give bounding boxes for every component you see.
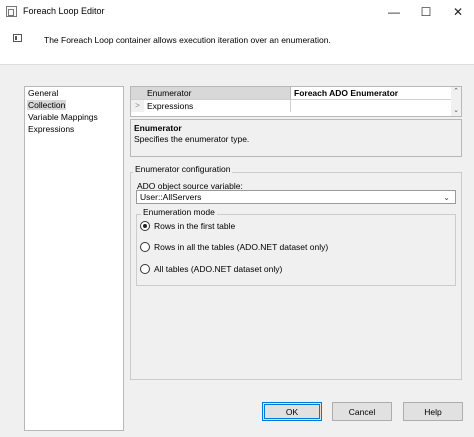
cancel-button[interactable]: Cancel (332, 402, 392, 421)
scroll-down-icon[interactable]: ⌄ (451, 106, 461, 116)
property-value-enumerator[interactable]: Foreach ADO Enumerator (290, 87, 451, 99)
radio-label: Rows in all the tables (ADO.NET dataset … (154, 242, 329, 252)
nav-item-expressions[interactable]: Expressions (27, 124, 75, 134)
ado-source-select[interactable]: User::AllServers ⌄ (136, 190, 456, 204)
scroll-up-icon[interactable]: ⌃ (451, 87, 461, 97)
property-row-margin (131, 87, 144, 99)
foreach-container-icon (13, 34, 22, 42)
ado-source-value: User::AllServers (140, 192, 202, 202)
radio-button[interactable] (140, 242, 150, 252)
maximize-button[interactable]: ☐ (410, 0, 442, 24)
help-button[interactable]: Help (403, 402, 463, 421)
minimize-button[interactable]: — (378, 0, 410, 24)
property-name-expressions[interactable]: Expressions (144, 100, 290, 112)
property-name-enumerator[interactable]: Enumerator (144, 87, 290, 99)
app-icon (6, 6, 17, 17)
property-description-text: Specifies the enumerator type. (134, 134, 250, 144)
property-grid-scrollbar[interactable]: ⌃ ⌄ (451, 87, 461, 116)
window-title: Foreach Loop Editor (23, 6, 105, 16)
radio-rows-all-tables[interactable]: Rows in all the tables (ADO.NET dataset … (140, 241, 328, 253)
page-nav-list: General Collection Variable Mappings Exp… (24, 86, 124, 431)
property-description-title: Enumerator (134, 123, 182, 133)
radio-button-checked[interactable] (140, 221, 150, 231)
nav-item-variable-mappings[interactable]: Variable Mappings (27, 112, 99, 122)
radio-all-tables[interactable]: All tables (ADO.NET dataset only) (140, 263, 282, 275)
radio-button[interactable] (140, 264, 150, 274)
header-description: The Foreach Loop container allows execut… (44, 35, 331, 45)
nav-item-general[interactable]: General (27, 88, 59, 98)
enumerator-configuration-title: Enumerator configuration (133, 164, 233, 174)
radio-label: All tables (ADO.NET dataset only) (154, 264, 283, 274)
ok-button[interactable]: OK (262, 402, 322, 421)
enumeration-mode-title: Enumeration mode (141, 207, 217, 217)
radio-label: Rows in the first table (154, 221, 236, 231)
chevron-down-icon[interactable]: ⌄ (443, 192, 450, 204)
close-button[interactable]: ✕ (442, 0, 474, 24)
expand-arrow-icon[interactable]: > (131, 100, 144, 112)
radio-rows-first-table[interactable]: Rows in the first table (140, 220, 235, 232)
property-value-expressions[interactable] (290, 100, 451, 112)
nav-item-collection[interactable]: Collection (27, 100, 67, 110)
